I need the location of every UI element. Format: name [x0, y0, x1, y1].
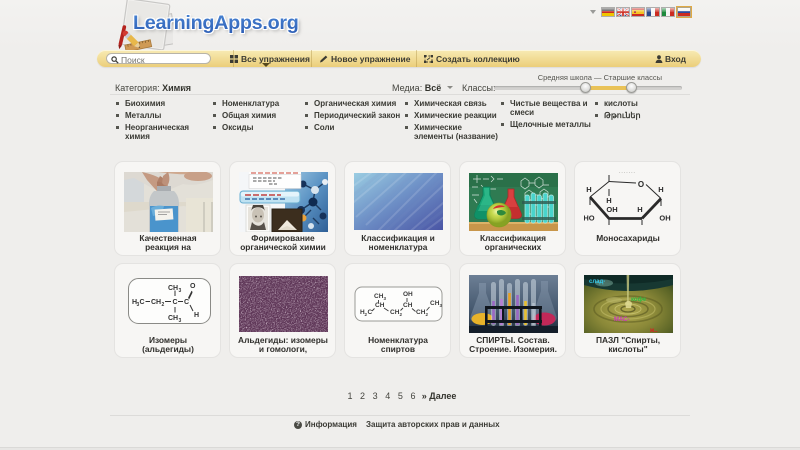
svg-text:CH: CH	[390, 309, 400, 316]
svg-text:CH: CH	[374, 293, 384, 300]
svg-text:OH: OH	[403, 291, 413, 298]
svg-text:H: H	[637, 205, 642, 214]
svg-text:C: C	[184, 299, 189, 306]
svg-text:ж..: ж..	[649, 328, 658, 333]
svg-text:CH: CH	[403, 302, 413, 309]
svg-text:H: H	[194, 312, 199, 319]
svg-text:HO: HO	[584, 214, 595, 223]
svg-text:слад-: слад-	[589, 279, 605, 285]
svg-text:OH: OH	[659, 214, 670, 223]
svg-text:OH: OH	[606, 205, 617, 214]
svg-text:H: H	[586, 185, 591, 194]
svg-text:C: C	[139, 299, 144, 306]
svg-text:CH: CH	[375, 302, 385, 309]
svg-text:H: H	[606, 196, 611, 205]
svg-text:CH: CH	[168, 285, 178, 292]
svg-text:C: C	[367, 309, 372, 316]
svg-text:CH: CH	[416, 309, 426, 316]
svg-text:CH: CH	[430, 300, 440, 307]
svg-text:МАС-: МАС-	[614, 317, 630, 323]
svg-text:H: H	[658, 185, 663, 194]
svg-text:O: O	[637, 180, 643, 189]
svg-text:''''''': '''''''	[619, 172, 636, 178]
svg-text:O: O	[190, 283, 196, 290]
svg-text:CH: CH	[151, 299, 161, 306]
svg-text:3: 3	[178, 318, 181, 324]
svg-text:кофе: кофе	[631, 296, 647, 303]
svg-text:CH: CH	[168, 315, 178, 322]
svg-text:3: 3	[178, 288, 181, 294]
svg-text:2: 2	[161, 302, 164, 308]
svg-text:C: C	[172, 299, 177, 306]
